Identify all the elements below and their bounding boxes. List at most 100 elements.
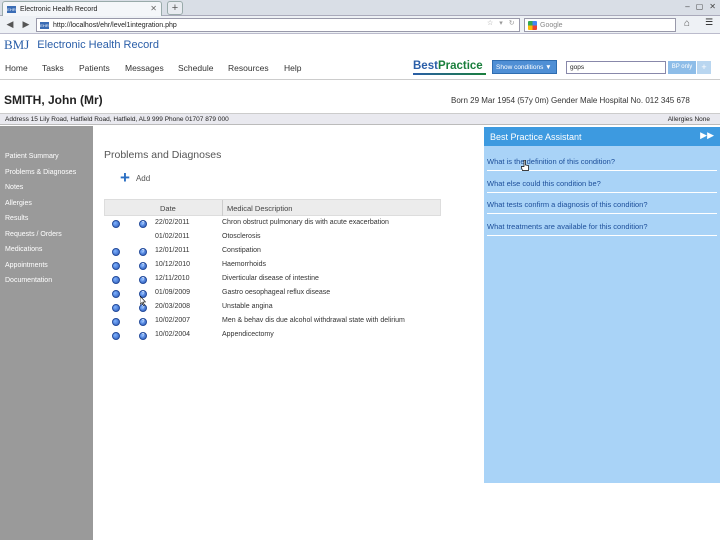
home-icon[interactable]: ⌂ — [684, 18, 690, 29]
page-title: Problems and Diagnoses — [104, 149, 222, 161]
table-row[interactable]: ? 12/01/2011 Constipation — [104, 245, 441, 259]
sidebar-item-documentation[interactable]: Documentation — [5, 277, 52, 284]
row-date: 12/01/2011 — [155, 247, 190, 254]
sidebar-item-medications[interactable]: Medications — [5, 246, 42, 253]
row-description: Diverticular disease of intestine — [222, 275, 319, 282]
bp-assistant-title: Best Practice Assistant — [490, 132, 582, 142]
help-icon[interactable]: ? — [139, 220, 147, 228]
row-date: 01/02/2011 — [155, 233, 190, 240]
patient-address: Address 15 Lily Road, Hatfield Road, Hat… — [5, 116, 229, 123]
help-icon[interactable]: ? — [139, 248, 147, 256]
sidebar: Patient Summary Problems & Diagnoses Not… — [0, 126, 93, 540]
add-button[interactable]: + Add — [120, 168, 151, 187]
back-icon[interactable]: ◀ — [3, 18, 17, 31]
column-header-date[interactable]: Date — [160, 204, 176, 213]
hand-cursor-icon — [521, 160, 529, 171]
info-icon[interactable] — [112, 318, 120, 326]
patient-name: SMITH, John (Mr) — [4, 93, 103, 107]
bp-assistant-header: Best Practice Assistant ▶▶ — [484, 127, 720, 146]
row-date: 12/11/2010 — [155, 275, 190, 282]
info-icon[interactable] — [112, 220, 120, 228]
bp-logo-best: Best — [413, 60, 438, 72]
favicon-icon: EHR — [7, 5, 16, 13]
bp-logo-practice: Practice — [437, 60, 483, 72]
site-icon: EHR — [40, 21, 49, 29]
table-row[interactable]: ? 10/02/2004 Appendicectomy — [104, 329, 441, 343]
help-icon[interactable]: ? — [139, 332, 147, 340]
sidebar-item-notes[interactable]: Notes — [5, 184, 23, 191]
menu-patients[interactable]: Patients — [79, 63, 110, 73]
minimize-icon[interactable]: ‒ — [685, 2, 689, 11]
sidebar-item-requests-orders[interactable]: Requests / Orders — [5, 231, 62, 238]
row-description: Haemorrhoids — [222, 261, 266, 268]
browser-search-input[interactable]: Google — [524, 18, 676, 32]
table-row[interactable]: ? 22/02/2011 Chron obstruct pulmonary di… — [104, 217, 441, 231]
sidebar-item-patient-summary[interactable]: Patient Summary — [5, 153, 59, 160]
google-icon — [528, 20, 537, 30]
plus-icon: + — [120, 168, 130, 187]
app-title: Electronic Health Record — [37, 39, 159, 51]
row-description: Otosclerosis — [222, 233, 261, 240]
sidebar-item-problems-diagnoses[interactable]: Problems & Diagnoses — [5, 169, 76, 176]
sidebar-item-results[interactable]: Results — [5, 215, 28, 222]
dropdown-icon[interactable]: ▾ — [499, 19, 503, 27]
table-row[interactable]: ? 10/12/2010 Haemorrhoids — [104, 259, 441, 273]
menu-resources[interactable]: Resources — [228, 63, 269, 73]
sidebar-item-appointments[interactable]: Appointments — [5, 262, 48, 269]
info-icon[interactable] — [112, 262, 120, 270]
browser-menu-icon[interactable]: ☰ — [702, 17, 716, 32]
address-bar[interactable]: EHR http://localhost/ehr/level1integrati… — [36, 18, 520, 32]
assistant-link-differential[interactable]: What else could this condition be? — [487, 176, 717, 193]
menu-messages[interactable]: Messages — [125, 63, 164, 73]
assistant-link-tests[interactable]: What tests confirm a diagnosis of this c… — [487, 197, 717, 214]
info-icon[interactable] — [112, 276, 120, 284]
tab-close-icon[interactable]: ✕ — [150, 4, 157, 13]
info-icon[interactable] — [112, 332, 120, 340]
table-row[interactable]: ? 01/09/2009 Gastro oesophageal reflux d… — [104, 287, 441, 301]
table-row[interactable]: ? 12/11/2010 Diverticular disease of int… — [104, 273, 441, 287]
help-icon[interactable]: ? — [139, 262, 147, 270]
row-description: Men & behav dis due alcohol withdrawal s… — [222, 317, 405, 324]
url-text: http://localhost/ehr/level1integration.p… — [53, 21, 177, 29]
app-brand: BMJ Electronic Health Record — [4, 37, 159, 53]
maximize-icon[interactable]: ▢ — [696, 2, 704, 11]
menu-schedule[interactable]: Schedule — [178, 63, 213, 73]
tab-title: Electronic Health Record — [20, 5, 98, 13]
bp-only-button[interactable]: BP only — [668, 61, 696, 74]
info-icon[interactable] — [112, 248, 120, 256]
patient-info: Born 29 Mar 1954 (57y 0m) Gender Male Ho… — [451, 96, 690, 105]
bp-logo-underline — [413, 73, 486, 75]
bookmark-star-icon[interactable]: ☆ — [487, 19, 493, 27]
table-row[interactable]: 01/02/2011 Otosclerosis — [104, 231, 441, 245]
bmj-logo: BMJ — [4, 37, 30, 52]
collapse-icon[interactable]: ▶▶ — [700, 130, 714, 141]
bp-plus-button[interactable]: + — [697, 61, 711, 74]
menu-tasks[interactable]: Tasks — [42, 63, 64, 73]
help-icon[interactable]: ? — [139, 276, 147, 284]
help-icon[interactable]: ? — [139, 318, 147, 326]
bp-assistant-panel: Best Practice Assistant ▶▶ What is the d… — [484, 127, 720, 483]
info-icon[interactable] — [112, 290, 120, 298]
bp-search-input[interactable]: gops — [566, 61, 666, 74]
row-date: 10/02/2004 — [155, 331, 191, 338]
add-label: Add — [135, 173, 151, 183]
browser-tab[interactable]: EHR Electronic Health Record ✕ — [2, 1, 162, 16]
close-window-icon[interactable]: ✕ — [709, 2, 716, 11]
bestpractice-logo: BestPractice — [413, 60, 483, 72]
reload-icon[interactable]: ↻ — [509, 19, 515, 27]
menu-home[interactable]: Home — [5, 63, 28, 73]
patient-allergies: Allergies None — [667, 116, 710, 123]
sidebar-item-allergies[interactable]: Allergies — [5, 200, 32, 207]
row-date: 10/02/2007 — [155, 317, 191, 324]
table-row[interactable]: ? 20/03/2008 Unstable angina — [104, 301, 441, 315]
column-header-description[interactable]: Medical Description — [227, 204, 292, 213]
browser-nav-bar: ◀ ▶ EHR http://localhost/ehr/level1integ… — [0, 16, 720, 34]
table-row[interactable]: ? 10/02/2007 Men & behav dis due alcohol… — [104, 315, 441, 329]
info-icon[interactable] — [112, 304, 120, 312]
search-placeholder: Google — [540, 21, 563, 29]
forward-icon[interactable]: ▶ — [19, 18, 33, 31]
assistant-link-treatments[interactable]: What treatments are available for this c… — [487, 219, 717, 236]
new-tab-button[interactable]: + — [167, 1, 183, 15]
show-conditions-dropdown[interactable]: Show conditions ▼ — [492, 60, 557, 74]
menu-help[interactable]: Help — [284, 63, 301, 73]
